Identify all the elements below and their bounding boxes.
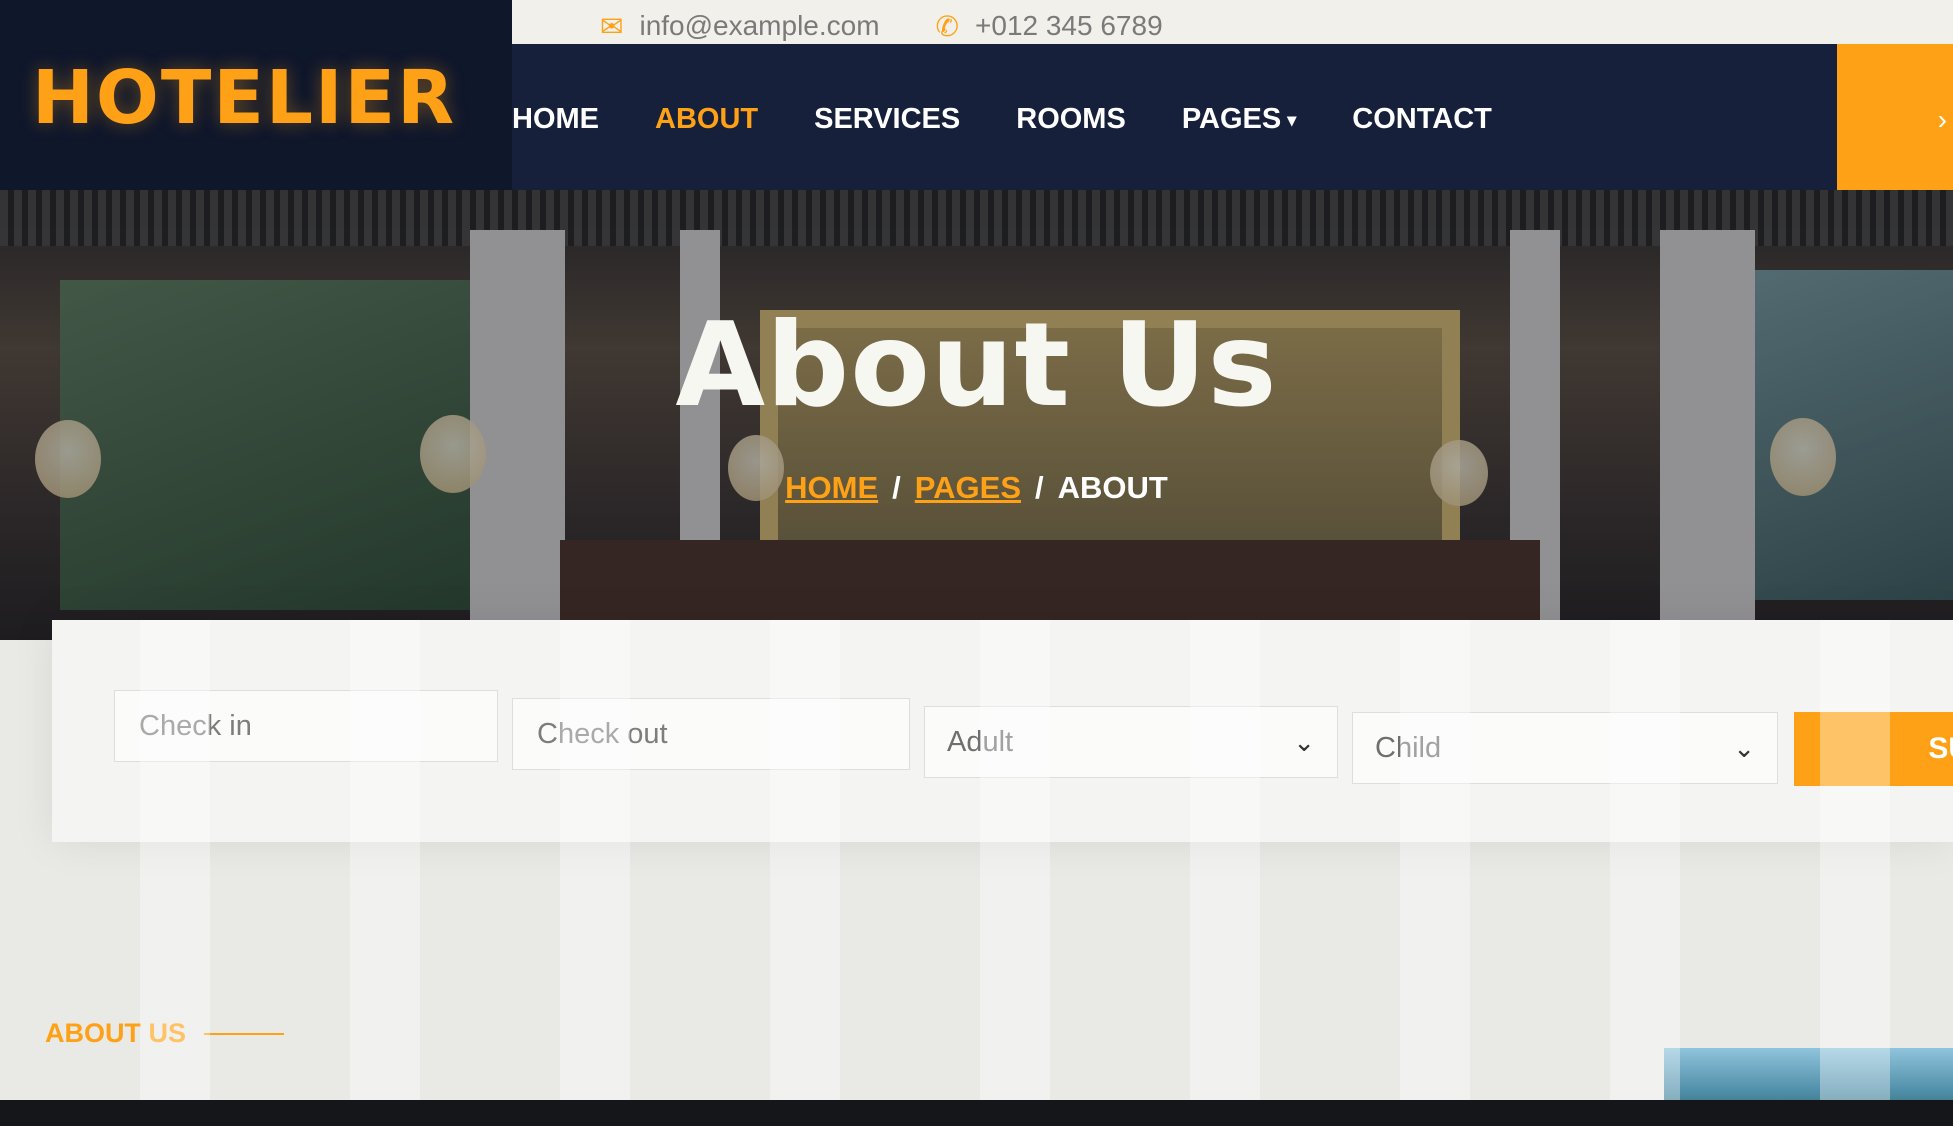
phone-text[interactable]: +012 345 6789 [975, 10, 1163, 42]
contact-phone: ✆ +012 345 6789 [936, 10, 1163, 43]
breadcrumb-current: ABOUT [1057, 470, 1168, 505]
caret-down-icon: ▾ [1287, 109, 1297, 130]
adult-select-value: Adult [947, 725, 1014, 758]
about-section-label: ABOUT US [45, 1018, 284, 1049]
booking-form: Adult ⌄ Child ⌄ SU [52, 620, 1953, 842]
nav-home[interactable]: HOME [512, 103, 599, 136]
taskbar [0, 1100, 1953, 1126]
breadcrumb-home[interactable]: HOME [785, 470, 878, 505]
child-select-value: Child [1375, 731, 1442, 764]
email-text[interactable]: info@example.com [639, 10, 879, 42]
brand-block: HOTELIER [0, 0, 512, 195]
adult-select[interactable]: Adult ⌄ [924, 706, 1338, 778]
phone-icon: ✆ [935, 10, 960, 42]
about-label-text: ABOUT US [45, 1018, 186, 1048]
nav-services[interactable]: SERVICES [814, 103, 960, 136]
breadcrumb-separator: / [892, 470, 901, 505]
logo[interactable]: HOTELIER [32, 55, 456, 141]
breadcrumb-pages[interactable]: PAGES [915, 470, 1021, 505]
nav-contact[interactable]: CONTACT [1352, 103, 1492, 136]
checkout-input[interactable] [535, 716, 887, 752]
nav-rooms[interactable]: ROOMS [1016, 103, 1126, 136]
checkout-field[interactable] [512, 698, 910, 770]
breadcrumb-separator: / [1035, 470, 1044, 505]
hero-banner: About Us HOME / PAGES / ABOUT [0, 190, 1953, 640]
page-title: About Us [675, 298, 1278, 433]
arrow-icon: › [1937, 103, 1947, 135]
chevron-down-icon: ⌄ [1733, 732, 1755, 763]
contact-email: ✉ info@example.com [600, 10, 880, 43]
breadcrumb: HOME / PAGES / ABOUT [0, 470, 1953, 506]
chevron-down-icon: ⌄ [1293, 726, 1315, 757]
nav-menu: HOME ABOUT SERVICES ROOMS PAGES ▾ CONTACT [512, 103, 1492, 136]
envelope-icon: ✉ [600, 10, 624, 42]
navbar: HOME ABOUT SERVICES ROOMS PAGES ▾ CONTACT… [512, 44, 1953, 195]
about-label-divider [204, 1032, 284, 1035]
checkin-field[interactable] [114, 690, 498, 762]
nav-cta-button[interactable]: › [1837, 44, 1953, 195]
nav-pages-label: PAGES [1181, 103, 1282, 135]
child-select[interactable]: Child ⌄ [1352, 712, 1778, 784]
checkin-input[interactable] [137, 708, 475, 744]
submit-button[interactable]: SU [1794, 712, 1953, 786]
nav-pages-dropdown[interactable]: PAGES ▾ [1182, 103, 1296, 136]
nav-about[interactable]: ABOUT [655, 103, 758, 136]
